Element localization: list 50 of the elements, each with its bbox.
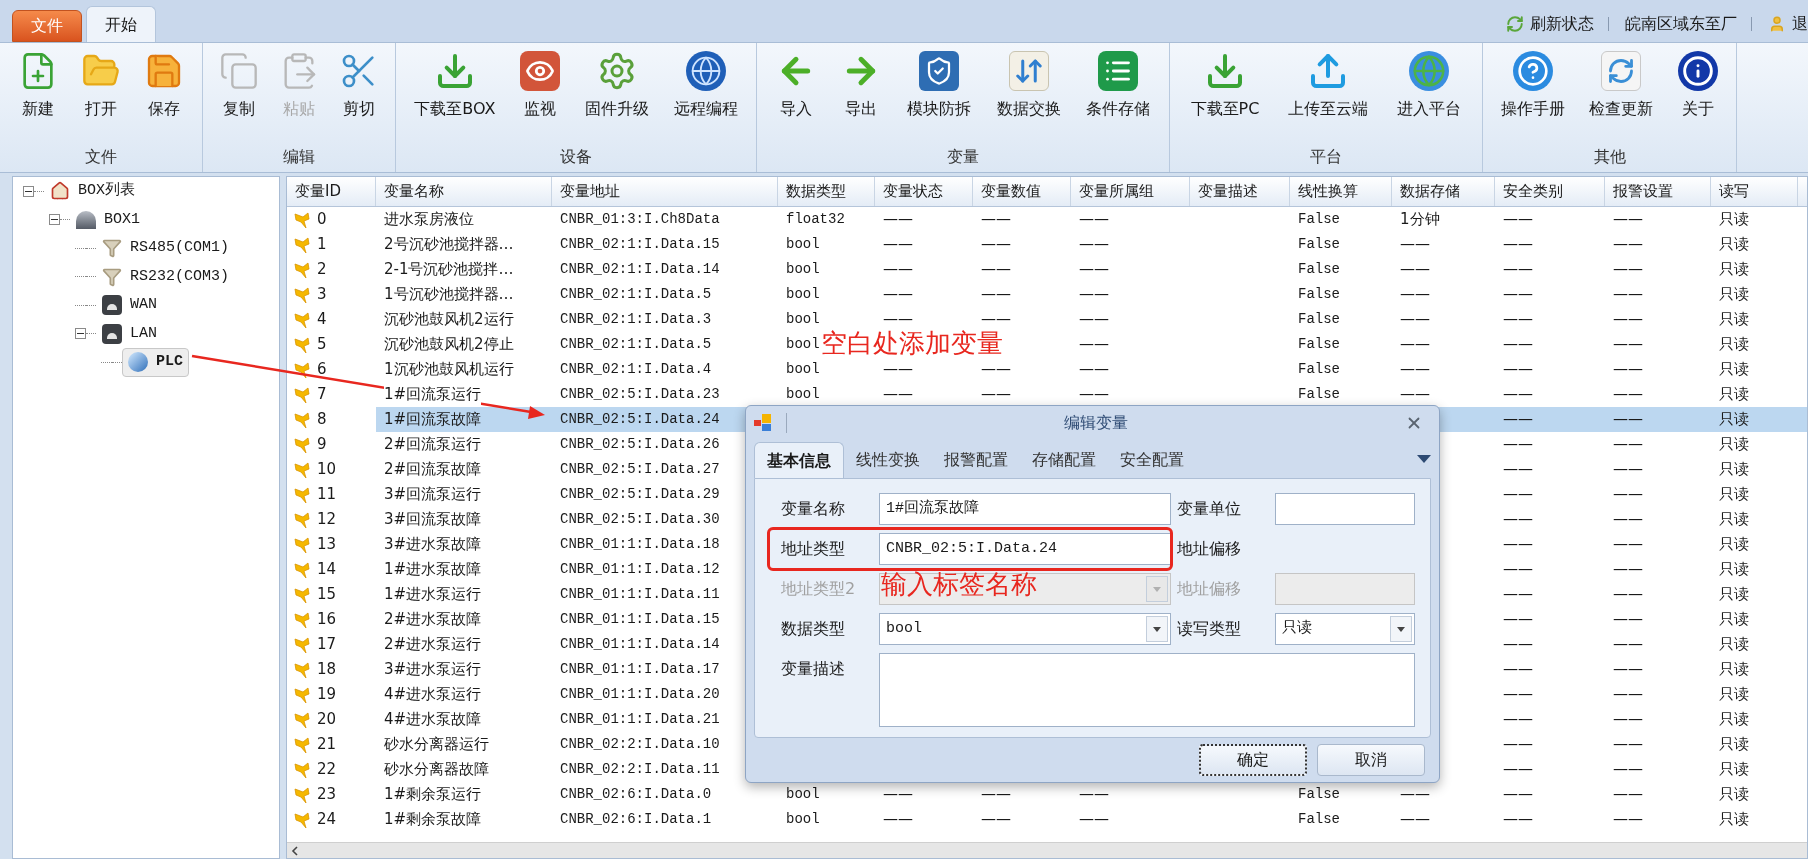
row-id: 10 — [317, 459, 337, 481]
dialog-title: 编辑变量 — [1063, 412, 1129, 434]
tree-label: PLC — [156, 352, 183, 372]
row-id: 5 — [317, 334, 327, 356]
row-id: 20 — [317, 709, 337, 731]
row-id: 21 — [317, 734, 337, 756]
field-label: 读写类型 — [1177, 618, 1241, 640]
field-label: 变量名称 — [781, 498, 845, 520]
row-id: 6 — [317, 359, 327, 381]
row-id: 19 — [317, 684, 337, 706]
group-label: 文件 — [84, 146, 118, 168]
tree-label: RS232(COM3) — [130, 266, 230, 287]
table-cell: 1#回流泵运行 — [384, 383, 482, 406]
row-id: 18 — [317, 659, 337, 681]
group-label: 设备 — [559, 146, 593, 168]
group-label: 变量 — [946, 146, 980, 168]
row-id: 16 — [317, 609, 337, 631]
row-id: 9 — [317, 434, 327, 456]
tree-label: BOX列表 — [78, 180, 135, 201]
row-id: 14 — [317, 559, 337, 581]
row-id: 0 — [317, 209, 327, 231]
row-id: 23 — [317, 784, 337, 806]
field-label: 地址类型 — [781, 538, 845, 560]
combo-value: 只读 — [1282, 618, 1312, 639]
field-label: 地址偏移 — [1177, 538, 1241, 560]
row-id: 2 — [317, 259, 327, 281]
row-id: 12 — [317, 509, 337, 531]
row-id: 3 — [317, 284, 327, 306]
plant-name: 皖南区域东至厂 — [1625, 13, 1737, 35]
row-id: 17 — [317, 634, 337, 656]
field-label: 数据类型 — [781, 618, 845, 640]
row-id: 7 — [317, 384, 327, 406]
row-id: 4 — [317, 309, 327, 331]
tree-label: LAN — [130, 323, 157, 344]
combo-value: bool — [886, 618, 922, 639]
group-label: 编辑 — [282, 146, 316, 168]
row-id: 1 — [317, 234, 327, 256]
row-id: 8 — [317, 409, 327, 431]
tree-label: RS485(COM1) — [130, 238, 230, 258]
tree-label: BOX1 — [104, 209, 140, 230]
group-label: 平台 — [1309, 146, 1343, 168]
row-id: 15 — [317, 584, 337, 606]
row-id: 22 — [317, 759, 337, 781]
row-id: 11 — [317, 484, 337, 506]
group-label: 其他 — [1592, 146, 1627, 168]
row-id: 24 — [317, 809, 337, 831]
row-id: 13 — [317, 534, 337, 556]
tree-label: WAN — [130, 295, 157, 315]
field-label: 变量单位 — [1177, 498, 1241, 520]
field-label: 变量描述 — [781, 658, 845, 680]
